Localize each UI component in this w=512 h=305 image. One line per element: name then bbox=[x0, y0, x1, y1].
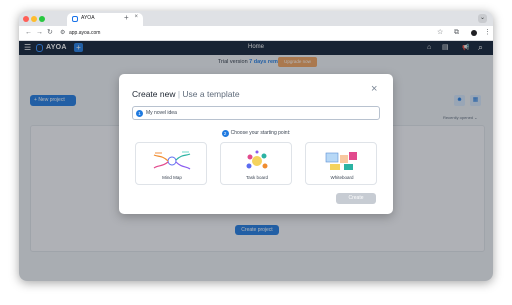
browser-window: AYOA × + ⌄ ← → ↻ ⚙ app.ayoa.com ☆ ⧉ ⋮ ☰ … bbox=[19, 11, 493, 281]
close-window-dot[interactable] bbox=[23, 16, 29, 22]
close-icon[interactable]: × bbox=[371, 84, 377, 95]
maximize-window-dot[interactable] bbox=[39, 16, 45, 22]
site-info-icon[interactable]: ⚙ bbox=[60, 29, 65, 38]
reload-icon[interactable]: ↻ bbox=[47, 28, 53, 38]
use-template-tab[interactable]: Use a template bbox=[182, 89, 239, 99]
dialog-title: Create new | Use a template bbox=[132, 89, 240, 99]
tab-title: AYOA bbox=[81, 15, 95, 21]
project-name-input[interactable] bbox=[146, 110, 346, 116]
address-bar[interactable]: app.ayoa.com bbox=[69, 30, 100, 36]
whiteboard-card[interactable]: Whiteboard bbox=[305, 142, 377, 185]
create-button[interactable]: Create bbox=[336, 193, 376, 204]
task-board-label: Task board bbox=[245, 175, 268, 180]
tab-strip: AYOA × + ⌄ bbox=[19, 11, 493, 26]
create-new-dialog: Create new | Use a template × 1 2Choose … bbox=[119, 74, 393, 214]
mind-map-illustration-icon bbox=[153, 151, 191, 170]
ayoa-favicon-icon bbox=[72, 16, 78, 22]
bookmark-star-icon[interactable]: ☆ bbox=[437, 28, 443, 38]
starting-point-label: 2 Choose your starting point: bbox=[119, 129, 393, 137]
whiteboard-label: Whiteboard bbox=[330, 175, 354, 180]
browser-menu-icon[interactable]: ⋮ bbox=[484, 28, 491, 38]
step-two-badge: 2 bbox=[221, 130, 229, 137]
new-tab-button[interactable]: + bbox=[124, 13, 129, 23]
mind-map-card[interactable]: Mind Map bbox=[135, 142, 207, 185]
whiteboard-illustration-icon bbox=[325, 152, 357, 170]
browser-tab[interactable]: AYOA × bbox=[67, 13, 143, 26]
extensions-icon[interactable]: ⧉ bbox=[454, 28, 459, 38]
browser-toolbar: ← → ↻ ⚙ app.ayoa.com ☆ ⧉ ⋮ bbox=[19, 26, 493, 41]
profile-avatar[interactable] bbox=[471, 30, 477, 36]
tab-close-icon[interactable]: × bbox=[134, 14, 138, 20]
minimize-window-dot[interactable] bbox=[31, 16, 37, 22]
project-name-field[interactable]: 1 bbox=[132, 106, 380, 120]
task-board-card[interactable]: Task board bbox=[220, 142, 292, 185]
forward-icon[interactable]: → bbox=[36, 28, 43, 38]
back-icon[interactable]: ← bbox=[25, 28, 32, 38]
step-one-badge: 1 bbox=[136, 110, 143, 117]
task-board-illustration-icon bbox=[246, 150, 268, 169]
mind-map-label: Mind Map bbox=[162, 175, 182, 180]
create-new-tab[interactable]: Create new bbox=[132, 89, 175, 99]
tab-search-button[interactable]: ⌄ bbox=[478, 14, 487, 23]
starting-point-text: Choose your starting point: bbox=[230, 130, 291, 136]
